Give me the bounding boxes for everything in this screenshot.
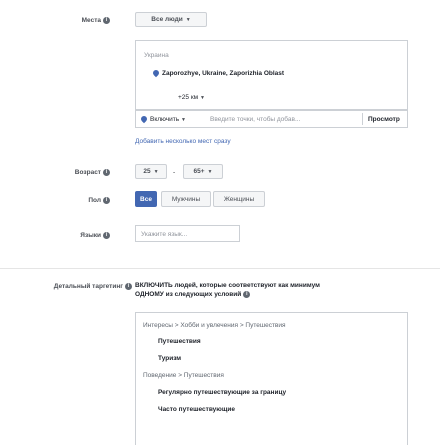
caret-down-icon: ▼: [199, 95, 205, 101]
info-icon[interactable]: i: [103, 197, 110, 204]
location-search-input[interactable]: Введите точки, чтобы добав...: [210, 116, 360, 123]
add-multiple-locations-link[interactable]: Добавить несколько мест сразу: [135, 138, 231, 145]
caret-down-icon: ▼: [180, 117, 186, 123]
divider: [362, 113, 363, 125]
targeting-item[interactable]: Туризм: [158, 355, 181, 362]
map-pin-icon: [139, 115, 149, 124]
map-pin-icon: [151, 69, 161, 78]
location-entry[interactable]: Zaporozhye, Ukraine, Zaporizhia Oblast: [151, 69, 284, 78]
info-icon[interactable]: i: [103, 169, 110, 176]
targeting-item[interactable]: Часто путешествующие: [158, 406, 235, 413]
gender-all-button[interactable]: Все: [135, 191, 157, 207]
age-max-select[interactable]: 65+ ▼: [183, 164, 223, 179]
language-label: Языки i: [0, 232, 110, 239]
targeting-item[interactable]: Регулярно путешествующие за границу: [158, 389, 286, 396]
language-input[interactable]: Укажите язык...: [135, 225, 240, 242]
gender-female-button[interactable]: Женщины: [213, 191, 265, 207]
info-icon[interactable]: i: [125, 283, 132, 290]
targeting-category-path: Поведение > Путешествия: [143, 372, 224, 379]
radius-select[interactable]: +25 км ▼: [178, 94, 205, 101]
location-label: Места i: [0, 17, 110, 24]
age-min-select[interactable]: 25 ▼: [135, 164, 167, 179]
age-label: Возраст i: [0, 169, 110, 176]
caret-down-icon: ▼: [153, 168, 159, 175]
gender-label: Пол i: [0, 197, 110, 204]
age-dash: -: [173, 169, 176, 176]
gender-male-button[interactable]: Мужчины: [161, 191, 211, 207]
country-heading: Украина: [144, 52, 169, 59]
targeting-description: ВКЛЮЧИТЬ людей, которые соответствуют ка…: [135, 282, 320, 299]
audience-select[interactable]: Все люди ▼: [135, 12, 207, 27]
section-divider: [0, 268, 440, 269]
info-icon[interactable]: i: [243, 291, 251, 298]
detailed-targeting-label: Детальный таргетинг i: [0, 283, 132, 290]
targeting-category-path: Интересы > Хобби и увлечения > Путешеств…: [143, 322, 286, 329]
targeting-item[interactable]: Путешествия: [158, 338, 201, 345]
browse-button[interactable]: Просмотр: [368, 116, 400, 123]
info-icon[interactable]: i: [103, 17, 110, 24]
caret-down-icon: ▼: [207, 168, 213, 175]
caret-down-icon: ▼: [185, 16, 191, 23]
info-icon[interactable]: i: [103, 232, 110, 239]
include-select[interactable]: Включить ▼: [139, 115, 186, 124]
